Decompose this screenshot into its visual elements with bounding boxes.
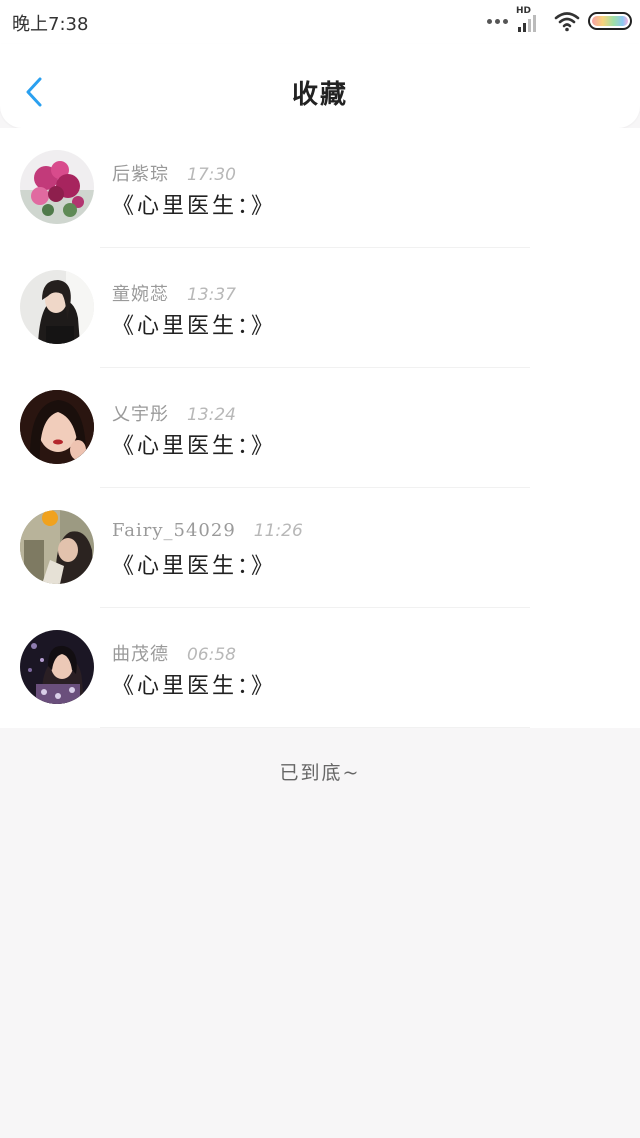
favorites-list: 后紫琮 17:30 《心里医生：》 童婉蕊 13:37 《心里医生：》 乂宇彤 … [0,128,640,728]
avatar [20,390,94,464]
item-title: 《心里医生：》 [112,554,277,579]
item-author: Fairy_54029 [112,520,236,541]
item-meta: Fairy_54029 11:26 [112,520,303,541]
avatar [20,630,94,704]
divider [100,727,530,728]
page-title: 收藏 [291,80,348,110]
item-meta: 乂宇彤 13:24 [112,400,236,426]
item-author: 后紫琮 [112,164,169,185]
wifi-icon [554,12,580,32]
battery-icon [588,12,632,30]
item-title: 《心里医生：》 [112,194,277,219]
status-time: 晚上7:38 [12,14,89,35]
item-time: 13:24 [187,405,236,425]
item-meta: 后紫琮 17:30 [112,160,236,186]
item-title: 《心里医生：》 [112,434,277,459]
item-author: 曲茂德 [112,644,169,665]
avatar [20,270,94,344]
item-time: 11:26 [253,521,303,541]
list-item[interactable]: 曲茂德 06:58 《心里医生：》 [0,608,640,728]
list-item[interactable]: 后紫琮 17:30 《心里医生：》 [0,128,640,248]
item-author: 童婉蕊 [112,284,169,305]
header: 收藏 [0,44,640,128]
signal-icon: HD [516,6,546,32]
list-item[interactable]: 乂宇彤 13:24 《心里医生：》 [0,368,640,488]
status-icons: HD [487,6,632,32]
item-time: 17:30 [187,165,236,185]
list-item[interactable]: Fairy_54029 11:26 《心里医生：》 [0,488,640,608]
item-time: 13:37 [187,285,236,305]
item-meta: 童婉蕊 13:37 [112,280,236,306]
list-item[interactable]: 童婉蕊 13:37 《心里医生：》 [0,248,640,368]
item-meta: 曲茂德 06:58 [112,640,236,666]
status-bar: 晚上7:38 HD [0,0,640,44]
more-dots-icon [487,18,508,24]
end-of-list-text: 已到底~ [279,762,361,784]
avatar [20,150,94,224]
item-title: 《心里医生：》 [112,314,277,339]
item-author: 乂宇彤 [112,404,169,425]
item-title: 《心里医生：》 [112,674,277,699]
item-time: 06:58 [187,645,236,665]
avatar [20,510,94,584]
